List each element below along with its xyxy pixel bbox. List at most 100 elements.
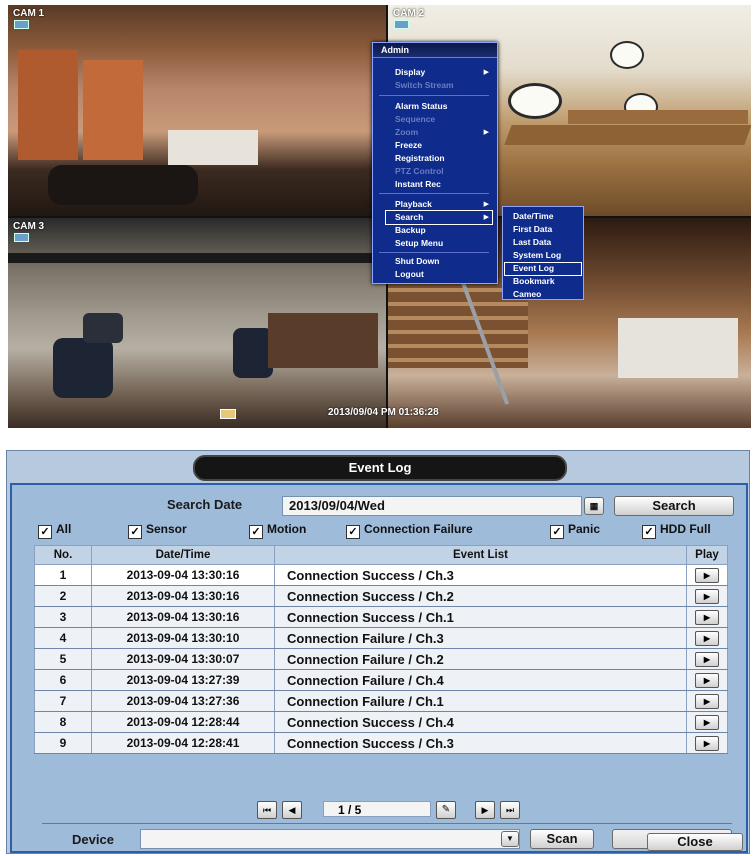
first-page-icon[interactable]: ⏮ [257, 801, 277, 819]
close-button[interactable]: Close [647, 833, 743, 851]
column-header-event-list: Event List [274, 545, 687, 565]
camera-label: CAM 3 [13, 221, 45, 232]
column-header-play: Play [686, 545, 728, 565]
table-row[interactable]: 2 2013-09-04 13:30:16 Connection Success /… [34, 585, 728, 607]
play-icon[interactable]: ▶ [695, 694, 719, 709]
cell-datetime: 2013-09-04 13:30:10 [91, 627, 275, 649]
calendar-icon[interactable]: ▦ [584, 497, 604, 515]
device-select[interactable] [140, 829, 520, 849]
menu-item-freeze[interactable]: Freeze [395, 140, 422, 150]
filter-label: Sensor [146, 522, 187, 536]
menu-item-setup-menu[interactable]: Setup Menu [395, 238, 443, 248]
play-icon[interactable]: ▶ [695, 610, 719, 625]
cell-event: Connection Success / Ch.3 [274, 564, 687, 586]
next-page-icon[interactable]: ▶ [475, 801, 495, 819]
play-icon[interactable]: ▶ [695, 589, 719, 604]
cell-datetime: 2013-09-04 12:28:41 [91, 732, 275, 754]
cell-no: 9 [34, 732, 92, 754]
scan-button[interactable]: Scan [530, 829, 594, 849]
chevron-down-icon[interactable]: ▼ [501, 831, 519, 847]
search-button[interactable]: Search [614, 496, 734, 516]
submenu-arrow-icon: ▶ [483, 214, 489, 221]
search-date-field[interactable]: 2013/09/04/Wed [282, 496, 582, 516]
cell-play: ▶ [686, 690, 728, 712]
menu-divider [379, 95, 489, 96]
cell-no: 7 [34, 690, 92, 712]
menu-item-instant-rec[interactable]: Instant Rec [395, 179, 441, 189]
submenu-item-last-data[interactable]: Last Data [513, 237, 551, 247]
menu-item-alarm-status[interactable]: Alarm Status [395, 101, 447, 111]
record-icon [220, 409, 236, 419]
sofa [48, 165, 198, 205]
filter-all[interactable]: ✓ All [38, 522, 71, 539]
reception-desk [168, 130, 258, 165]
table-row[interactable]: 7 2013-09-04 13:27:36 Connection Failure /… [34, 690, 728, 712]
event-log-panel: Search Date 2013/09/04/Wed ▦ Search ✓ All… [10, 483, 748, 853]
cell-no: 2 [34, 585, 92, 607]
filter-hdd-full[interactable]: ✓ HDD Full [642, 522, 711, 539]
dialog-title: Event Log [193, 455, 567, 481]
cell-event: Connection Failure / Ch.4 [274, 669, 687, 691]
checkbox-checked-icon[interactable]: ✓ [249, 525, 263, 539]
wall-partition [268, 313, 378, 368]
filter-motion[interactable]: ✓ Motion [249, 522, 306, 539]
menu-item-playback[interactable]: Playback [395, 199, 432, 209]
table-row[interactable]: 1 2013-09-04 13:30:16 Connection Success /… [34, 564, 728, 586]
event-list-table: No. Date/Time Event List Play 1 2013-09-0… [34, 545, 728, 754]
cell-event: Connection Failure / Ch.2 [274, 648, 687, 670]
filter-sensor[interactable]: ✓ Sensor [128, 522, 187, 539]
table-row[interactable]: 5 2013-09-04 13:30:07 Connection Failure /… [34, 648, 728, 670]
menu-item-shut-down[interactable]: Shut Down [395, 256, 439, 266]
menu-item-display[interactable]: Display [395, 67, 425, 77]
table-row[interactable]: 6 2013-09-04 13:27:39 Connection Failure /… [34, 669, 728, 691]
submenu-item-bookmark[interactable]: Bookmark [513, 276, 555, 286]
menu-title: Admin [373, 43, 497, 58]
checkbox-checked-icon[interactable]: ✓ [346, 525, 360, 539]
cell-datetime: 2013-09-04 13:30:16 [91, 564, 275, 586]
submenu-item-cameo[interactable]: Cameo [513, 289, 541, 299]
filter-panic[interactable]: ✓ Panic [550, 522, 600, 539]
play-icon[interactable]: ▶ [695, 715, 719, 730]
menu-item-search[interactable]: Search [395, 212, 423, 222]
menu-divider [379, 193, 489, 194]
cell-event: Connection Failure / Ch.3 [274, 627, 687, 649]
checkbox-checked-icon[interactable]: ✓ [550, 525, 564, 539]
divider [42, 823, 732, 824]
menu-item-logout[interactable]: Logout [395, 269, 424, 279]
chair [83, 313, 123, 343]
checkbox-checked-icon[interactable]: ✓ [38, 525, 52, 539]
menu-item-sequence: Sequence [395, 114, 436, 124]
menu-item-zoom: Zoom [395, 127, 419, 137]
osd-timestamp: 2013/09/04 PM 01:36:28 [328, 407, 439, 418]
play-icon[interactable]: ▶ [695, 631, 719, 646]
table-row[interactable]: 4 2013-09-04 13:30:10 Connection Failure /… [34, 627, 728, 649]
table-row[interactable]: 8 2013-09-04 12:28:44 Connection Success /… [34, 711, 728, 733]
submenu-item-first-data[interactable]: First Data [513, 224, 552, 234]
camera-label: CAM 2 [393, 8, 425, 19]
cell-play: ▶ [686, 585, 728, 607]
menu-item-backup[interactable]: Backup [395, 225, 426, 235]
checkbox-checked-icon[interactable]: ✓ [128, 525, 142, 539]
prev-page-icon[interactable]: ◀ [282, 801, 302, 819]
menu-item-registration[interactable]: Registration [395, 153, 445, 163]
filter-connection-failure[interactable]: ✓ Connection Failure [346, 522, 473, 539]
camera-tile-1[interactable]: CAM 1 [8, 5, 386, 216]
table-row[interactable]: 9 2013-09-04 12:28:41 Connection Success /… [34, 732, 728, 754]
camera-tile-3[interactable]: CAM 3 [8, 218, 386, 428]
pencil-icon[interactable]: ✎ [436, 801, 456, 819]
table-row[interactable]: 3 2013-09-04 13:30:16 Connection Success /… [34, 606, 728, 628]
submenu-item-date-time[interactable]: Date/Time [513, 211, 553, 221]
cell-event: Connection Success / Ch.4 [274, 711, 687, 733]
checkbox-checked-icon[interactable]: ✓ [642, 525, 656, 539]
play-icon[interactable]: ▶ [695, 673, 719, 688]
last-page-icon[interactable]: ⏭ [500, 801, 520, 819]
cell-datetime: 2013-09-04 13:30:07 [91, 648, 275, 670]
play-icon[interactable]: ▶ [695, 736, 719, 751]
cell-event: Connection Success / Ch.2 [274, 585, 687, 607]
submenu-item-system-log[interactable]: System Log [513, 250, 561, 260]
cell-play: ▶ [686, 711, 728, 733]
play-icon[interactable]: ▶ [695, 568, 719, 583]
play-icon[interactable]: ▶ [695, 652, 719, 667]
submenu-item-event-log[interactable]: Event Log [513, 263, 554, 273]
column-header-datetime: Date/Time [91, 545, 275, 565]
